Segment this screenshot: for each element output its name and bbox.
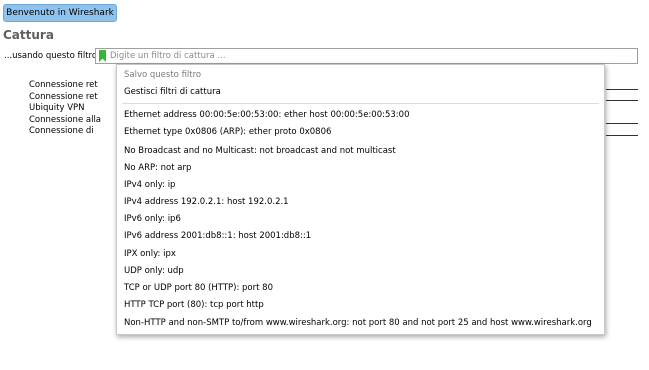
filter-item[interactable]: HTTP TCP port (80): tcp port http bbox=[124, 299, 264, 311]
filter-item[interactable]: No ARP: not arp bbox=[124, 162, 191, 174]
filter-item[interactable]: Ethernet type 0x0806 (ARP): ether proto … bbox=[124, 126, 331, 138]
filter-item[interactable]: IPv6 only: ip6 bbox=[124, 213, 181, 225]
bookmark-icon[interactable] bbox=[99, 50, 106, 62]
filter-item[interactable]: Non-HTTP and non-SMTP to/from www.wiresh… bbox=[124, 317, 592, 329]
capture-filter-input[interactable] bbox=[110, 49, 630, 63]
interface-item[interactable]: Connessione ret bbox=[29, 80, 101, 92]
interface-traffic-sparkline bbox=[606, 89, 638, 90]
interface-traffic-sparkline bbox=[606, 123, 638, 124]
filter-item[interactable]: IPX only: ipx bbox=[124, 248, 176, 260]
interface-traffic-sparkline bbox=[606, 135, 638, 136]
interface-item[interactable]: Connessione alla bbox=[29, 115, 101, 127]
welcome-button[interactable]: Benvenuto in Wireshark bbox=[3, 4, 117, 22]
menu-separator bbox=[122, 103, 599, 104]
filter-item[interactable]: UDP only: udp bbox=[124, 265, 184, 277]
filter-item[interactable]: No Broadcast and no Multicast: not broad… bbox=[124, 145, 396, 157]
capture-filter-dropdown: Salvo questo filtro Gestisci filtri di c… bbox=[116, 64, 605, 335]
filter-item[interactable]: IPv4 address 192.0.2.1: host 192.0.2.1 bbox=[124, 196, 289, 208]
capture-filter-label: ...usando questo filtro: bbox=[4, 51, 100, 61]
interface-traffic-sparkline bbox=[606, 100, 638, 101]
interface-item[interactable]: Ubiquity VPN bbox=[29, 103, 101, 115]
filter-item[interactable]: IPv4 only: ip bbox=[124, 179, 175, 191]
interface-list: Connessione ret Connessione ret Ubiquity… bbox=[29, 80, 101, 138]
capture-filter-box[interactable] bbox=[95, 48, 638, 64]
filter-item[interactable]: IPv6 address 2001:db8::1: host 2001:db8:… bbox=[124, 230, 311, 242]
interface-item[interactable]: Connessione di bbox=[29, 126, 101, 138]
filter-item[interactable]: TCP or UDP port 80 (HTTP): port 80 bbox=[124, 282, 273, 294]
filter-item[interactable]: Ethernet address 00:00:5e:00:53:00: ethe… bbox=[124, 109, 409, 121]
interface-item[interactable]: Connessione ret bbox=[29, 92, 101, 104]
capture-section-title: Cattura bbox=[3, 28, 54, 42]
manage-filters-item[interactable]: Gestisci filtri di cattura bbox=[124, 86, 221, 98]
save-filter-item: Salvo questo filtro bbox=[124, 70, 202, 80]
